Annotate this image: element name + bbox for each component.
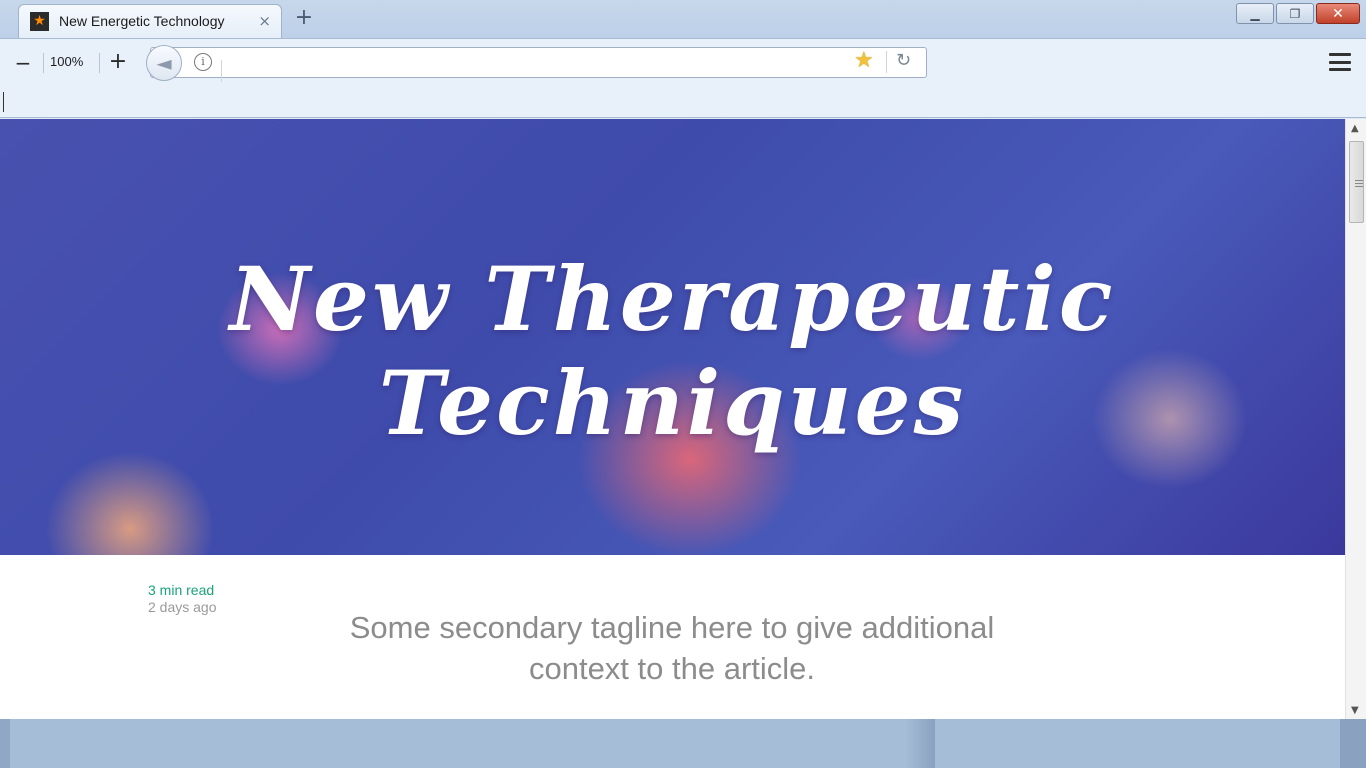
reload-icon[interactable]: ↻ [896, 50, 911, 71]
taskbar-divider [905, 719, 935, 768]
zoom-in-button[interactable]: + [107, 49, 129, 74]
minimize-button[interactable]: ▁ [1236, 3, 1274, 24]
browser-tab[interactable]: ★ New Energetic Technology × [18, 4, 282, 38]
tab-strip: ★ New Energetic Technology × + ▁ ❐ ✕ [0, 0, 1366, 38]
back-arrow-icon: ◄ [156, 51, 172, 75]
restore-button[interactable]: ❐ [1276, 3, 1314, 24]
tab-title: New Energetic Technology [59, 13, 225, 29]
title-line-2: Techniques [378, 351, 967, 455]
title-line-1: New Therapeutic [229, 247, 1116, 351]
scroll-up-icon[interactable]: ▲ [1351, 123, 1359, 134]
taskbar-edge [0, 719, 10, 768]
zoom-out-button[interactable]: − [12, 51, 34, 75]
window-controls: ▁ ❐ ✕ [1236, 3, 1360, 24]
text-caret [3, 92, 4, 112]
close-tab-icon[interactable]: × [258, 12, 271, 30]
taskbar [0, 719, 1366, 768]
scrollbar-thumb[interactable] [1349, 141, 1364, 223]
page-title: New Therapeutic Techniques [0, 247, 1345, 455]
read-time: 3 min read [148, 582, 215, 598]
close-window-button[interactable]: ✕ [1316, 3, 1360, 24]
zoom-level[interactable]: 100% [50, 54, 83, 69]
hamburger-menu-icon[interactable] [1329, 53, 1351, 71]
back-button[interactable]: ◄ [146, 45, 182, 81]
posted-date: 2 days ago [148, 599, 217, 615]
address-bar[interactable] [150, 47, 927, 82]
star-icon: ★ [30, 12, 49, 31]
new-tab-button[interactable]: + [292, 6, 316, 30]
site-info-icon[interactable]: i [194, 53, 212, 71]
divider [99, 53, 100, 73]
article-meta: 3 min read 2 days ago [148, 582, 217, 616]
navigation-toolbar: − 100% + ◄ i ★ ↻ [0, 38, 1366, 86]
scroll-down-icon[interactable]: ▼ [1351, 705, 1359, 716]
divider [886, 51, 887, 73]
divider [221, 60, 222, 82]
show-desktop-button[interactable] [1340, 719, 1366, 768]
page-content: New Therapeutic Techniques 3 min read 2 … [0, 119, 1345, 719]
vertical-scrollbar[interactable]: ▲ ▼ [1345, 119, 1366, 719]
bookmarks-toolbar [0, 86, 1366, 118]
article-tagline: Some secondary tagline here to give addi… [349, 610, 995, 686]
bookmark-star-icon[interactable]: ★ [854, 50, 874, 72]
divider [43, 53, 44, 73]
hero-banner: New Therapeutic Techniques [0, 119, 1345, 555]
